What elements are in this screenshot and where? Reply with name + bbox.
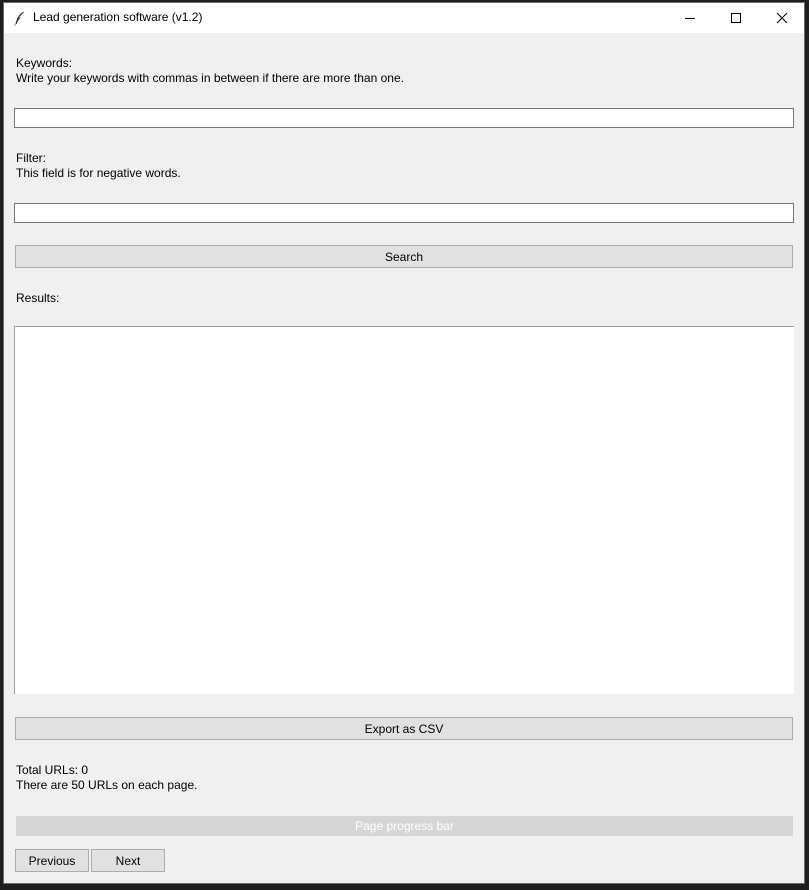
filter-input[interactable] (14, 203, 794, 223)
minimize-button[interactable] (667, 3, 713, 33)
window-title: Lead generation software (v1.2) (33, 10, 203, 24)
export-csv-button[interactable]: Export as CSV (15, 717, 793, 740)
page-progress-bar: Page progress bar (16, 816, 793, 836)
urls-per-page-label: There are 50 URLs on each page. (16, 778, 198, 792)
maximize-button[interactable] (713, 3, 759, 33)
minimize-icon (685, 18, 695, 19)
keywords-label: Keywords: (16, 56, 73, 70)
search-button[interactable]: Search (15, 245, 793, 268)
results-label: Results: (16, 291, 60, 305)
progress-bar-label: Page progress bar (355, 819, 454, 833)
filter-hint: This field is for negative words. (16, 166, 181, 180)
total-urls-label: Total URLs: 0 (16, 763, 89, 777)
close-icon (776, 12, 788, 24)
filter-label: Filter: (16, 151, 46, 165)
close-button[interactable] (759, 3, 804, 33)
feather-icon (12, 10, 28, 26)
previous-button[interactable]: Previous (15, 849, 89, 872)
keywords-input[interactable] (14, 108, 794, 128)
results-textbox[interactable] (14, 326, 794, 694)
maximize-icon (731, 13, 741, 23)
app-window: Lead generation software (v1.2) Keywords… (3, 2, 805, 884)
next-button[interactable]: Next (91, 849, 165, 872)
keywords-hint: Write your keywords with commas in betwe… (16, 71, 404, 85)
title-bar[interactable]: Lead generation software (v1.2) (4, 3, 804, 33)
